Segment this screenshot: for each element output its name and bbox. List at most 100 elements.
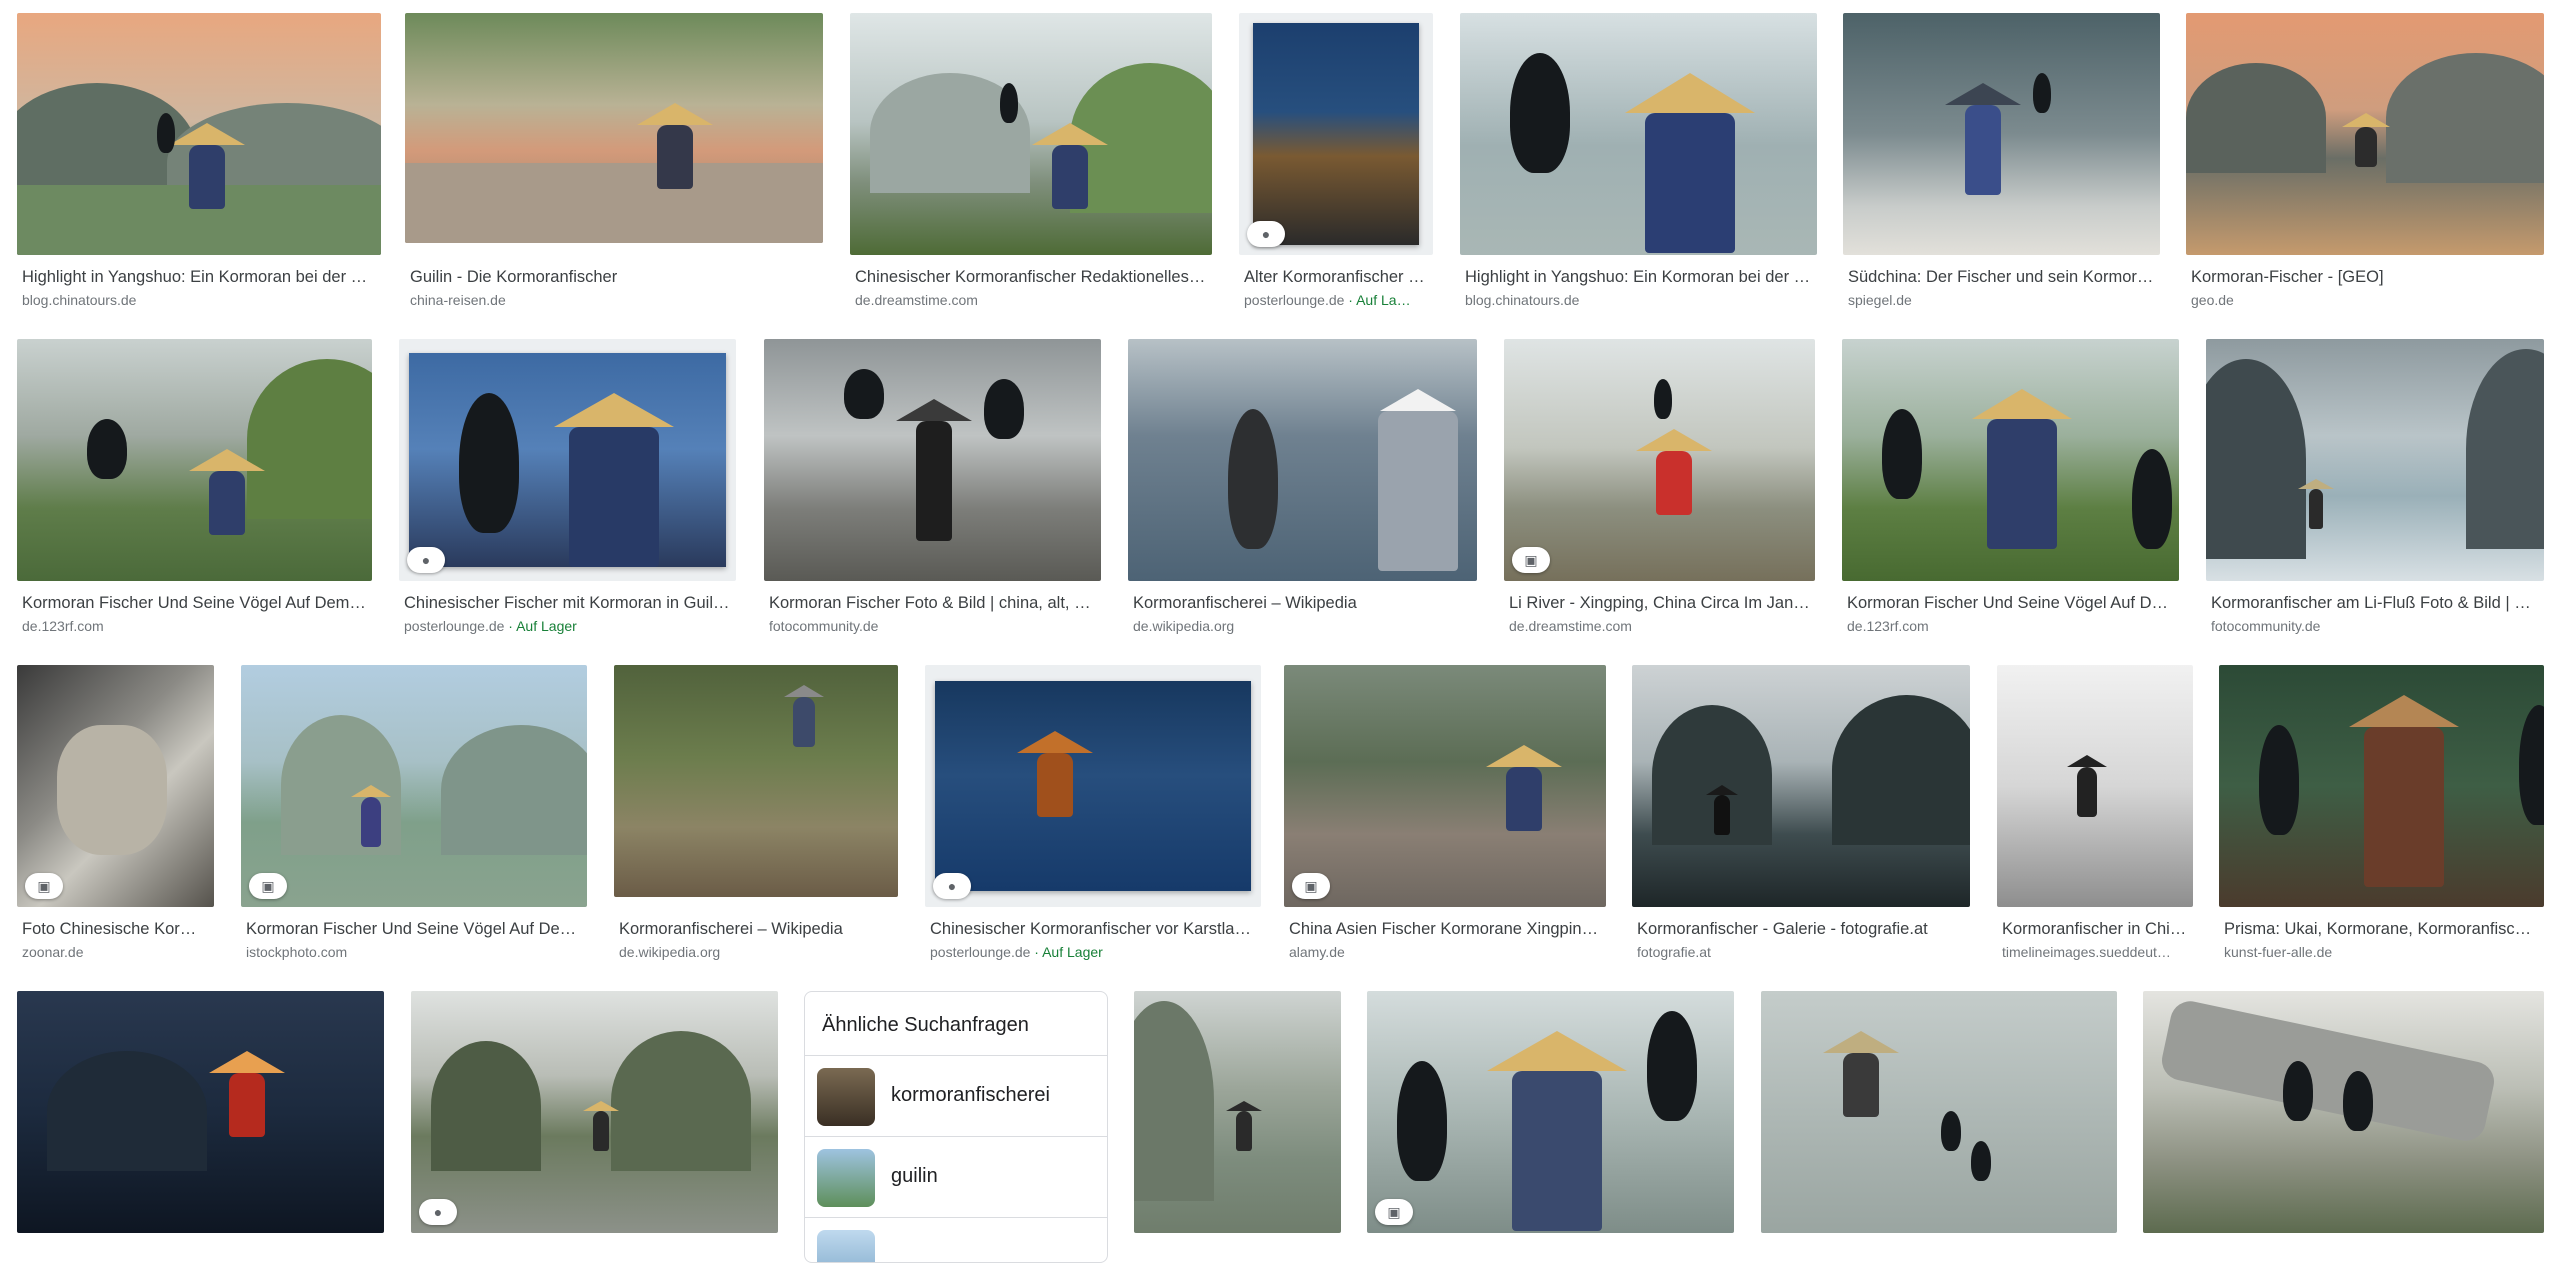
result-source[interactable]: blog.chinatours.de <box>1465 290 1812 310</box>
result-thumbnail[interactable] <box>17 13 381 255</box>
result-caption[interactable]: Li River - Xingping, China Circa Im Jan… <box>1509 592 1810 614</box>
result-source[interactable]: posterlounge.de · Auf Lager <box>930 942 1256 962</box>
result-tile[interactable] <box>1134 991 1341 1249</box>
result-thumbnail[interactable] <box>1134 991 1341 1233</box>
result-caption[interactable]: Kormoran Fischer Und Seine Vögel Auf Dem… <box>22 592 367 614</box>
result-thumbnail[interactable] <box>405 13 823 243</box>
result-caption[interactable]: Guilin - Die Kormoranfischer <box>410 266 818 288</box>
result-caption[interactable]: Highlight in Yangshuo: Ein Kormoran bei … <box>22 266 376 288</box>
result-tile[interactable]: ▣ Kormoran Fischer Und Seine Vögel Auf D… <box>241 665 587 965</box>
result-source[interactable]: zoonar.de <box>22 942 209 962</box>
result-caption[interactable]: Kormoranfischerei – Wikipedia <box>619 918 893 940</box>
result-caption[interactable]: Chinesischer Kormoranfischer vor Karstla… <box>930 918 1256 940</box>
result-caption[interactable]: Kormoran-Fischer - [GEO] <box>2191 266 2539 288</box>
result-thumbnail[interactable] <box>1460 13 1817 255</box>
result-tile[interactable]: ● Alter Kormoranfischer i… posterlounge.… <box>1239 13 1433 313</box>
related-search-item[interactable] <box>805 1217 1107 1262</box>
related-search-item[interactable]: guilin <box>805 1136 1107 1217</box>
result-thumbnail[interactable]: ▣ <box>1504 339 1815 581</box>
result-tile[interactable]: ▣ China Asien Fischer Kormorane Xingpin…… <box>1284 665 1606 965</box>
result-tile[interactable]: Kormoran Fischer Und Seine Vögel Auf Dem… <box>17 339 372 639</box>
result-thumbnail[interactable] <box>1128 339 1477 581</box>
result-caption[interactable]: Kormoranfischer am Li-Fluß Foto & Bild |… <box>2211 592 2539 614</box>
result-source[interactable]: spiegel.de <box>1848 290 2155 310</box>
result-caption[interactable]: Prisma: Ukai, Kormorane, Kormoranfisch… <box>2224 918 2539 940</box>
result-caption[interactable]: Kormoranfischer - Galerie - fotografie.a… <box>1637 918 1965 940</box>
result-caption[interactable]: Chinesischer Kormoranfischer Redaktionel… <box>855 266 1207 288</box>
result-thumbnail[interactable] <box>1843 13 2160 255</box>
result-tile[interactable] <box>1761 991 2117 1249</box>
result-thumbnail[interactable] <box>1997 665 2193 907</box>
related-search-item[interactable]: kormoranfischerei <box>805 1055 1107 1136</box>
result-thumbnail[interactable]: ● <box>925 665 1261 907</box>
result-thumbnail[interactable]: ▣ <box>17 665 214 907</box>
result-thumbnail[interactable] <box>2143 991 2544 1233</box>
result-tile[interactable]: Guilin - Die Kormoranfischer china-reise… <box>405 13 823 313</box>
result-tile[interactable]: Kormoranfischer in Chi… timelineimages.s… <box>1997 665 2193 965</box>
result-caption[interactable]: China Asien Fischer Kormorane Xingpin… <box>1289 918 1601 940</box>
result-source[interactable]: blog.chinatours.de <box>22 290 376 310</box>
result-thumbnail[interactable] <box>614 665 898 897</box>
result-source[interactable]: kunst-fuer-alle.de <box>2224 942 2539 962</box>
result-tile[interactable]: ● Chinesischer Kormoranfischer vor Karst… <box>925 665 1261 965</box>
result-tile[interactable]: ▣ <box>1367 991 1734 1249</box>
related-search-label[interactable]: kormoranfischerei <box>891 1084 1050 1107</box>
result-caption[interactable]: Kormoran Fischer Und Seine Vögel Auf De… <box>1847 592 2174 614</box>
result-caption[interactable]: Highlight in Yangshuo: Ein Kormoran bei … <box>1465 266 1812 288</box>
result-tile[interactable]: Prisma: Ukai, Kormorane, Kormoranfisch… … <box>2219 665 2544 965</box>
result-caption[interactable]: Kormoranfischer in Chi… <box>2002 918 2188 940</box>
result-thumbnail[interactable]: ● <box>1239 13 1433 255</box>
result-thumbnail[interactable] <box>2219 665 2544 907</box>
result-source[interactable]: posterlounge.de · Auf La… <box>1244 290 1428 310</box>
result-tile[interactable]: Kormoran Fischer Foto & Bild | china, al… <box>764 339 1101 639</box>
result-source[interactable]: de.wikipedia.org <box>619 942 893 962</box>
result-thumbnail[interactable] <box>764 339 1101 581</box>
result-source[interactable]: fotocommunity.de <box>769 616 1096 636</box>
result-source[interactable]: de.123rf.com <box>22 616 367 636</box>
result-caption[interactable]: Südchina: Der Fischer und sein Kormor… <box>1848 266 2155 288</box>
result-source[interactable]: timelineimages.sueddeut… <box>2002 942 2188 962</box>
result-caption[interactable]: Alter Kormoranfischer i… <box>1244 266 1428 288</box>
related-search-thumbnail[interactable] <box>817 1230 875 1262</box>
related-search-thumbnail[interactable] <box>817 1068 875 1126</box>
result-thumbnail[interactable] <box>17 339 372 581</box>
result-tile[interactable]: ▣ Li River - Xingping, China Circa Im Ja… <box>1504 339 1815 639</box>
result-source[interactable]: fotocommunity.de <box>2211 616 2539 636</box>
result-thumbnail[interactable] <box>2186 13 2544 255</box>
result-caption[interactable]: Foto Chinesische Korm… <box>22 918 209 940</box>
related-search-thumbnail[interactable] <box>817 1149 875 1207</box>
result-caption[interactable]: Kormoran Fischer Und Seine Vögel Auf De… <box>246 918 582 940</box>
result-tile[interactable]: Kormoran Fischer Und Seine Vögel Auf De…… <box>1842 339 2179 639</box>
result-caption[interactable]: Kormoranfischerei – Wikipedia <box>1133 592 1472 614</box>
result-tile[interactable]: Chinesischer Kormoranfischer Redaktionel… <box>850 13 1212 313</box>
result-tile[interactable]: Kormoranfischer am Li-Fluß Foto & Bild |… <box>2206 339 2544 639</box>
result-tile[interactable]: ▣ Foto Chinesische Korm… zoonar.de <box>17 665 214 965</box>
result-thumbnail[interactable] <box>1761 991 2117 1233</box>
result-thumbnail[interactable] <box>1842 339 2179 581</box>
result-tile[interactable]: ● Chinesischer Fischer mit Kormoran in G… <box>399 339 736 639</box>
related-search-label[interactable]: guilin <box>891 1165 938 1188</box>
result-source[interactable]: geo.de <box>2191 290 2539 310</box>
result-source[interactable]: china-reisen.de <box>410 290 818 310</box>
result-caption[interactable]: Kormoran Fischer Foto & Bild | china, al… <box>769 592 1096 614</box>
result-source[interactable]: alamy.de <box>1289 942 1601 962</box>
result-caption[interactable]: Chinesischer Fischer mit Kormoran in Gui… <box>404 592 731 614</box>
result-tile[interactable] <box>2143 991 2544 1249</box>
result-source[interactable]: istockphoto.com <box>246 942 582 962</box>
result-tile[interactable]: ● <box>411 991 778 1249</box>
result-thumbnail[interactable] <box>2206 339 2544 581</box>
result-thumbnail[interactable]: ▣ <box>1284 665 1606 907</box>
result-source[interactable]: de.123rf.com <box>1847 616 2174 636</box>
result-tile[interactable]: Kormoran-Fischer - [GEO] geo.de <box>2186 13 2544 313</box>
result-tile[interactable]: Kormoranfischer - Galerie - fotografie.a… <box>1632 665 1970 965</box>
result-thumbnail[interactable]: ▣ <box>1367 991 1734 1233</box>
result-thumbnail[interactable] <box>850 13 1212 255</box>
result-source[interactable]: de.wikipedia.org <box>1133 616 1472 636</box>
result-tile[interactable]: Südchina: Der Fischer und sein Kormor… s… <box>1843 13 2160 313</box>
result-thumbnail[interactable]: ● <box>399 339 736 581</box>
result-source[interactable]: posterlounge.de · Auf Lager <box>404 616 731 636</box>
result-thumbnail[interactable]: ▣ <box>241 665 587 907</box>
result-source[interactable]: fotografie.at <box>1637 942 1965 962</box>
result-tile[interactable] <box>17 991 384 1249</box>
result-source[interactable]: de.dreamstime.com <box>1509 616 1810 636</box>
